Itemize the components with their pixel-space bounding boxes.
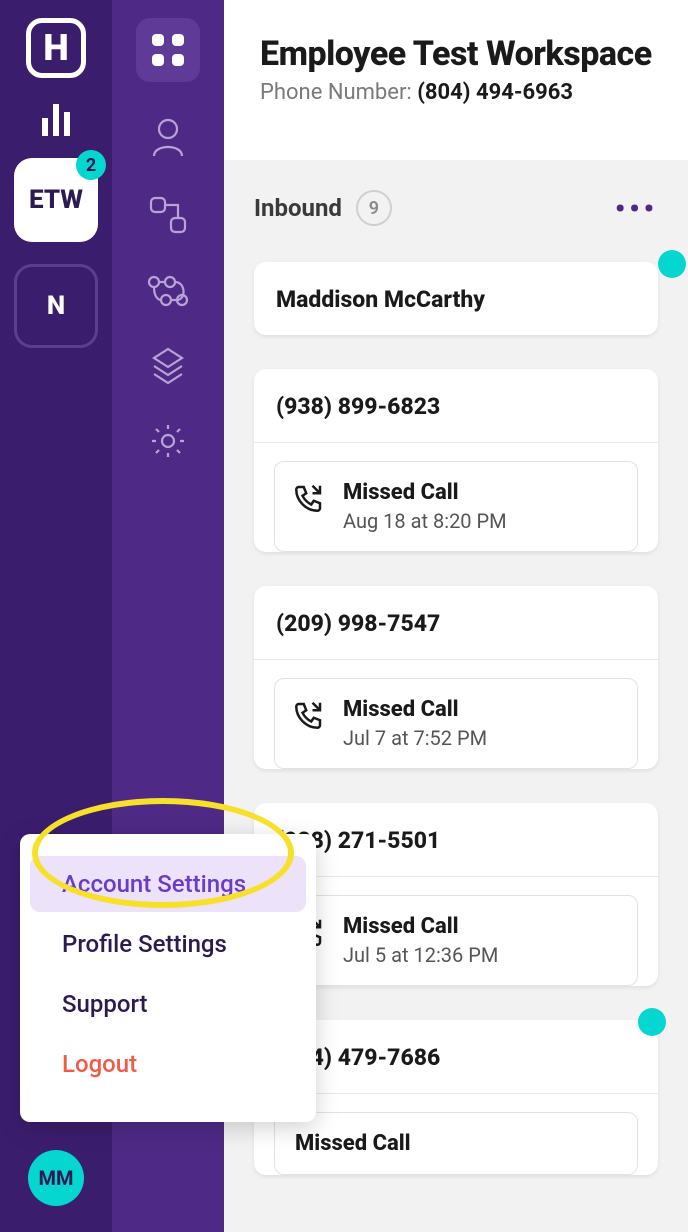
call-entry: Missed Call Jul 7 at 7:52 PM xyxy=(274,678,638,769)
call-time: Jul 5 at 12:36 PM xyxy=(343,943,498,967)
menu-item-logout[interactable]: Logout xyxy=(30,1036,306,1092)
gear-icon[interactable] xyxy=(149,422,187,460)
call-label: Missed Call xyxy=(343,480,507,505)
menu-item-account-settings[interactable]: Account Settings xyxy=(30,856,306,912)
missed-call-icon xyxy=(295,699,325,729)
page-title: Employee Test Workspace xyxy=(260,34,658,74)
section-count: 9 xyxy=(356,190,392,226)
workspace-header: Employee Test Workspace Phone Number: (8… xyxy=(224,0,688,160)
contact-card[interactable]: (209) 998-7547 Missed Call Jul 7 at 7:52… xyxy=(254,586,658,769)
missed-call-icon xyxy=(295,482,325,512)
contact-card[interactable]: Maddison McCarthy xyxy=(254,262,658,335)
person-icon[interactable] xyxy=(150,118,186,158)
contact-phone: (209) 998-7547 xyxy=(254,586,658,659)
call-label: Missed Call xyxy=(343,697,487,722)
grid-icon[interactable] xyxy=(136,18,200,82)
nodes-icon[interactable] xyxy=(147,194,189,236)
workspace-badge-n[interactable]: N xyxy=(14,264,98,348)
workspace-badge-etw[interactable]: ETW 2 xyxy=(14,158,98,242)
user-avatar[interactable]: MM xyxy=(28,1150,84,1206)
call-time: Jul 7 at 7:52 PM xyxy=(343,726,487,750)
call-time: Aug 18 at 8:20 PM xyxy=(343,509,507,533)
status-dot xyxy=(638,1008,666,1036)
flow-icon[interactable] xyxy=(146,272,190,310)
user-menu-popup: Account Settings Profile Settings Suppor… xyxy=(20,834,316,1122)
menu-item-support[interactable]: Support xyxy=(30,976,306,1032)
more-icon[interactable]: ••• xyxy=(615,192,658,225)
contact-name: Maddison McCarthy xyxy=(254,262,658,335)
menu-item-profile-settings[interactable]: Profile Settings xyxy=(30,916,306,972)
analytics-icon[interactable] xyxy=(42,100,70,136)
divider xyxy=(254,659,658,660)
layers-icon[interactable] xyxy=(150,346,186,386)
section-header: Inbound 9 ••• xyxy=(254,190,658,226)
notification-badge: 2 xyxy=(76,150,106,180)
phone-line: Phone Number: (804) 494-6963 xyxy=(260,80,658,105)
call-label: Missed Call xyxy=(343,914,498,939)
workspace-code: N xyxy=(47,291,65,321)
call-entry: Missed Call Jul 5 at 12:36 PM xyxy=(274,895,638,986)
status-dot xyxy=(658,250,686,278)
workspace-code: ETW xyxy=(29,185,83,215)
call-label: Missed Call xyxy=(295,1131,411,1156)
call-entry: Missed Call Aug 18 at 8:20 PM xyxy=(274,461,638,552)
call-entry: Missed Call xyxy=(274,1112,638,1175)
section-label: Inbound xyxy=(254,194,342,222)
app-logo[interactable]: H xyxy=(26,18,86,78)
divider xyxy=(254,442,658,443)
contact-card[interactable]: (938) 899-6823 Missed Call Aug 18 at 8:2… xyxy=(254,369,658,552)
contact-phone: (938) 899-6823 xyxy=(254,369,658,442)
